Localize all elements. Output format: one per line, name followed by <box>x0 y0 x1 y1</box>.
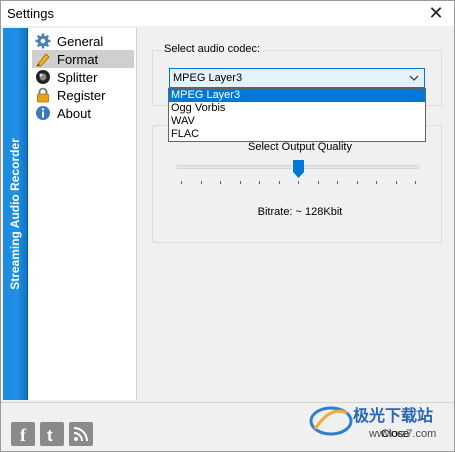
codec-group-label: Select audio codec: <box>161 43 264 55</box>
twitter-icon[interactable]: t <box>40 422 64 446</box>
bottom-bar: f t Close <box>1 402 454 451</box>
slider-tick <box>220 181 221 184</box>
product-strip: Streaming Audio Recorder <box>3 28 28 400</box>
slider-tick <box>415 181 416 184</box>
nav-item-splitter[interactable]: Splitter <box>32 68 134 86</box>
slider-tick <box>356 181 358 184</box>
nav-item-register[interactable]: Register <box>32 86 134 104</box>
slider-tick <box>200 181 202 184</box>
nav-item-label: About <box>57 105 91 121</box>
bitrate-text: Bitrate: ~ 128Kbit <box>257 206 343 218</box>
product-strip-text: Streaming Audio Recorder <box>8 138 22 290</box>
nav-item-label: Format <box>57 51 99 67</box>
slider-tick <box>376 181 377 184</box>
settings-nav: General Format Splitter Register About <box>29 28 137 400</box>
slider-tick <box>337 181 338 184</box>
pencil-icon <box>36 53 50 67</box>
rss-icon[interactable] <box>69 422 93 446</box>
quality-slider-thumb[interactable] <box>293 160 304 178</box>
codec-option[interactable]: WAV <box>169 115 425 128</box>
slider-tick <box>278 181 280 184</box>
settings-window: Settings ✕ Streaming Audio Recorder Gene… <box>0 0 455 452</box>
gear-icon <box>35 33 51 49</box>
nav-item-label: Splitter <box>57 69 98 85</box>
facebook-icon[interactable]: f <box>11 422 35 446</box>
svg-text:t: t <box>47 426 53 445</box>
slider-tick <box>239 181 241 184</box>
chevron-down-icon <box>409 75 419 81</box>
info-icon <box>36 106 50 120</box>
codec-select[interactable]: MPEG Layer3 <box>169 68 425 88</box>
codec-option[interactable]: FLAC <box>169 128 425 141</box>
record-icon <box>36 70 50 84</box>
nav-item-about[interactable]: About <box>32 104 134 122</box>
svg-text:f: f <box>20 425 27 445</box>
nav-item-label: Register <box>57 87 106 103</box>
close-icon[interactable]: ✕ <box>426 3 446 23</box>
window-title: Settings <box>7 6 54 21</box>
slider-tick <box>259 181 260 184</box>
nav-item-general[interactable]: General <box>32 32 134 50</box>
slider-tick <box>181 181 182 184</box>
nav-item-label: General <box>57 33 104 49</box>
slider-tick <box>317 181 319 184</box>
codec-select-value: MPEG Layer3 <box>173 72 243 84</box>
slider-tick <box>395 181 397 184</box>
close-button[interactable]: Close <box>351 422 439 444</box>
codec-dropdown-list: MPEG Layer3 Ogg Vorbis WAV FLAC <box>168 88 426 142</box>
nav-item-format[interactable]: Format <box>32 50 134 68</box>
quality-label: Select Output Quality <box>248 141 352 153</box>
slider-tick <box>298 181 299 184</box>
format-panel: Select audio codec: M Select Output Qual… <box>138 28 454 400</box>
codec-option[interactable]: Ogg Vorbis <box>169 102 425 115</box>
codec-option[interactable]: MPEG Layer3 <box>169 89 425 102</box>
title-bar: Settings ✕ <box>1 1 454 26</box>
lock-icon <box>37 87 49 103</box>
